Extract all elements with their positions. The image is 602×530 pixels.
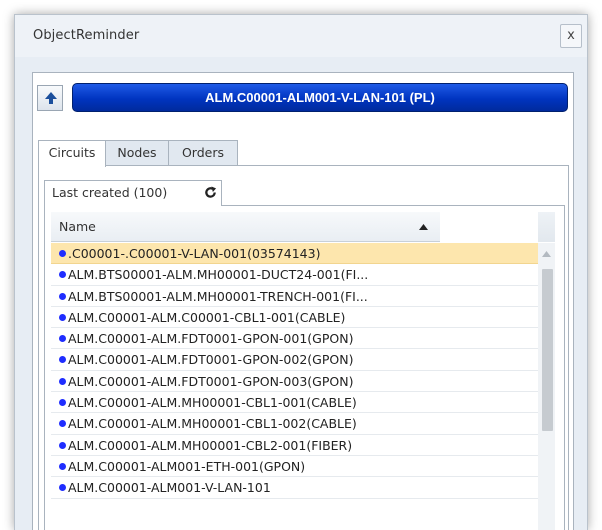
navigate-up-button[interactable] xyxy=(37,85,63,111)
row-name: ALM.C00001-ALM.MH00001-CBL2-001(FIBER) xyxy=(68,437,353,453)
window-title: ObjectReminder xyxy=(33,28,140,43)
table-row[interactable]: ALM.BTS00001-ALM.MH00001-TRENCH-001(FI..… xyxy=(51,286,538,307)
refresh-icon[interactable] xyxy=(204,186,217,199)
row-name: ALM.C00001-ALM.MH00001-CBL1-001(CABLE) xyxy=(68,395,357,411)
close-button[interactable]: x xyxy=(560,24,582,48)
circuits-grid: Name .C00001-.C00001-V-LAN-001(03574143)… xyxy=(44,205,565,530)
table-row[interactable]: ALM.BTS00001-ALM.MH00001-DUCT24-001(FI..… xyxy=(51,264,538,286)
status-dot-icon xyxy=(59,462,66,470)
status-dot-icon xyxy=(59,271,66,279)
row-name: ALM.C00001-ALM001-V-LAN-101 xyxy=(68,480,271,496)
header-scroll-corner xyxy=(538,212,555,242)
row-name: ALM.C00001-ALM.FDT0001-GPON-001(GPON) xyxy=(68,331,354,347)
status-dot-icon xyxy=(59,292,66,300)
name-column-header[interactable]: Name xyxy=(51,212,440,242)
tab-circuits[interactable]: Circuits xyxy=(38,140,106,167)
object-reminder-window: ObjectReminder x ALM.C00001-ALM001-V-LAN… xyxy=(14,14,588,530)
scrollbar-thumb[interactable] xyxy=(542,269,553,431)
row-name: ALM.C00001-ALM001-ETH-001(GPON) xyxy=(68,458,306,474)
row-name: ALM.C00001-ALM.MH00001-CBL1-002(CABLE) xyxy=(68,416,357,432)
status-dot-icon xyxy=(59,313,66,321)
table-row[interactable]: ALM.C00001-ALM.FDT0001-GPON-002(GPON) xyxy=(51,349,538,371)
object-path-button[interactable]: ALM.C00001-ALM001-V-LAN-101 (PL) xyxy=(72,83,568,112)
row-name: ALM.C00001-ALM.C00001-CBL1-001(CABLE) xyxy=(68,309,346,325)
grid-rows: .C00001-.C00001-V-LAN-001(03574143) ALM.B… xyxy=(51,243,538,499)
status-dot-icon xyxy=(59,377,66,385)
table-row[interactable]: ALM.C00001-ALM.FDT0001-GPON-001(GPON) xyxy=(51,328,538,350)
circuits-tab-content: Last created (100) Name .C00001-.C00001-… xyxy=(38,165,569,530)
vertical-scrollbar[interactable] xyxy=(538,243,555,530)
column-header-label: Name xyxy=(59,219,96,234)
row-name: ALM.C00001-ALM.FDT0001-GPON-003(GPON) xyxy=(68,373,354,389)
table-row[interactable]: ALM.C00001-ALM001-ETH-001(GPON) xyxy=(51,456,538,478)
table-row[interactable]: ALM.C00001-ALM.MH00001-CBL2-001(FIBER) xyxy=(51,435,538,456)
table-row[interactable]: .C00001-.C00001-V-LAN-001(03574143) xyxy=(51,243,538,265)
subtab-last-created[interactable]: Last created (100) xyxy=(44,180,222,206)
table-row[interactable]: ALM.C00001-ALM.MH00001-CBL1-001(CABLE) xyxy=(51,392,538,414)
subtab-label: Last created (100) xyxy=(52,185,168,200)
header-filler xyxy=(440,212,538,242)
title-bar[interactable]: ObjectReminder x xyxy=(15,15,587,57)
status-dot-icon xyxy=(59,441,66,449)
main-panel: ALM.C00001-ALM001-V-LAN-101 (PL) Circuit… xyxy=(32,72,574,530)
row-name: ALM.BTS00001-ALM.MH00001-DUCT24-001(FI..… xyxy=(68,267,369,283)
tab-orders[interactable]: Orders xyxy=(168,140,238,166)
status-dot-icon xyxy=(59,335,66,343)
row-name: ALM.BTS00001-ALM.MH00001-TRENCH-001(FI..… xyxy=(68,288,368,304)
arrow-up-icon xyxy=(45,92,57,104)
table-row[interactable]: ALM.C00001-ALM.FDT0001-GPON-003(GPON) xyxy=(51,371,538,393)
status-dot-icon xyxy=(59,420,66,428)
status-dot-icon xyxy=(59,250,66,257)
tab-nodes[interactable]: Nodes xyxy=(105,140,169,166)
status-dot-icon xyxy=(59,356,66,364)
table-row[interactable]: ALM.C00001-ALM.MH00001-CBL1-002(CABLE) xyxy=(51,413,538,435)
row-name: .C00001-.C00001-V-LAN-001(03574143) xyxy=(68,246,321,261)
sort-ascending-icon xyxy=(419,224,428,230)
table-row[interactable]: ALM.C00001-ALM.C00001-CBL1-001(CABLE) xyxy=(51,307,538,329)
status-dot-icon xyxy=(59,484,66,492)
status-dot-icon xyxy=(59,399,66,407)
row-name: ALM.C00001-ALM.FDT0001-GPON-002(GPON) xyxy=(68,352,354,368)
table-row[interactable]: ALM.C00001-ALM001-V-LAN-101 xyxy=(51,477,538,499)
scroll-up-arrow-icon[interactable] xyxy=(542,251,551,257)
